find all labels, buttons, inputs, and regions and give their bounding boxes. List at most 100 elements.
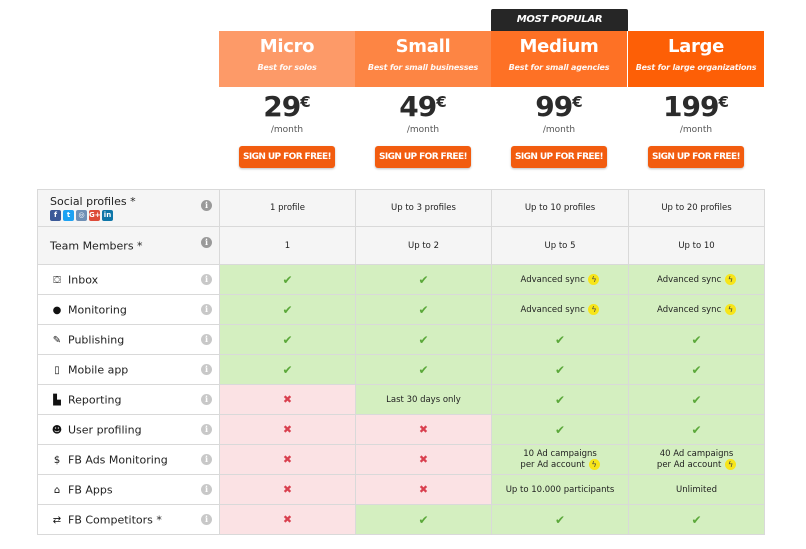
feature-row: ▙ Reporting i ✖ Last 30 days only ✔ ✔ [37,384,765,415]
feature-label-cell: ⛋ Inbox i [37,264,220,295]
feature-value: Up to 3 profiles [391,203,456,213]
plan-price: 49€ [355,90,491,123]
signup-button[interactable]: SIGN UP FOR FREE! [648,146,744,168]
feature-cell: ✔ [628,354,765,385]
price-currency: € [300,93,311,111]
billing-period: /month [270,125,304,135]
feature-cell: ✖ [219,474,356,505]
plan-header: Micro Best for solos [219,31,355,87]
plan-price: 199€ [628,90,764,123]
check-icon: ✔ [282,272,293,287]
feature-cell: Advanced sync ϟ [491,264,629,295]
plan-tagline: Best for small agencies [508,63,610,72]
signup-button[interactable]: SIGN UP FOR FREE! [239,146,335,168]
info-icon[interactable]: i [201,423,212,435]
feature-cell: ✔ [355,354,492,385]
feature-value: Up to 20 profiles [661,203,732,213]
dollar-icon: $ [53,454,61,466]
info-icon[interactable]: i [201,453,212,465]
feature-value: 10 Ad campaigns [523,449,597,459]
info-icon[interactable]: i [201,483,212,495]
info-icon[interactable]: i [201,363,212,375]
feature-row: ☻ User profiling i ✖ ✖ ✔ ✔ [37,414,765,445]
pencil-icon: ✎ [52,334,62,346]
inbox-icon: ⛋ [53,274,61,286]
plan-price: 99€ [491,90,627,123]
check-icon: ✔ [554,512,566,527]
info-icon[interactable]: i [201,333,212,345]
feature-row: $ FB Ads Monitoring i ✖ ✖ 10 Ad campaigns per … [37,444,765,475]
feature-cell: 1 [219,226,356,265]
info-icon[interactable]: i [201,200,212,211]
instagram-icon: ◎ [76,210,87,221]
feature-cell: 40 Ad campaigns per Ad account ϟ [628,444,765,475]
price-currency: € [718,93,729,111]
feature-value: Last 30 days only [386,394,461,405]
feature-cell: ✔ [491,324,629,355]
check-icon: ✔ [282,302,293,317]
feature-row: ⌂ FB Apps i ✖ ✖ Up to 10.000 participants Unli… [37,474,765,505]
info-icon[interactable]: i [201,393,212,405]
info-icon[interactable]: i [201,303,212,315]
feature-label-cell: Team Members * i [37,226,220,265]
feature-label-cell: Social profiles * f t ◎ G+ in i [37,189,220,227]
social-network-icons: f t ◎ G+ in [50,210,215,221]
feature-cell: ✔ [628,414,765,445]
users-icon: ☻ [51,424,63,436]
feature-cell: ✔ [491,504,629,535]
signup-button[interactable]: SIGN UP FOR FREE! [511,146,607,168]
feature-value: Advanced sync [657,305,722,315]
feature-value-line2: per Ad account [520,460,585,470]
feature-cell: ✔ [628,384,765,415]
billing-period: /month [542,125,576,135]
info-icon[interactable]: i [201,273,212,285]
feature-cell: Advanced sync ϟ [628,264,765,295]
feature-label: FB Apps [68,483,113,497]
plan-large: Large Best for large organizations 199€ … [628,31,764,168]
feature-value: Up to 5 [544,240,576,251]
plan-micro: Micro Best for solos 29€ /month SIGN UP … [219,31,355,168]
feature-cell: ✔ [219,294,356,325]
feature-cell: Up to 10 [628,226,765,265]
feature-cell: ✖ [355,444,492,475]
feature-value: Up to 2 [408,240,439,251]
plan-medium: Medium Best for small agencies 99€ /mont… [491,31,627,168]
check-icon: ✔ [282,332,293,347]
cross-icon: ✖ [418,423,429,436]
feature-label: Inbox [68,273,99,287]
feature-cell: ✔ [219,324,356,355]
feature-cell: Advanced sync ϟ [628,294,765,325]
signup-button[interactable]: SIGN UP FOR FREE! [375,146,471,168]
info-icon[interactable]: i [201,237,212,248]
feature-label-cell: ● Monitoring i [37,294,220,325]
cross-icon: ✖ [282,393,293,406]
feature-comparison-table: Social profiles * f t ◎ G+ in i 1 profile Up to… [37,189,765,535]
feature-label: FB Competitors * [68,513,162,527]
price-currency: € [436,93,447,111]
bar-chart-icon: ▙ [53,394,61,406]
check-icon: ✔ [691,332,702,347]
check-icon: ✔ [554,362,566,377]
feature-cell: ✔ [355,294,492,325]
feature-label: Publishing [68,333,125,347]
google-plus-icon: G+ [89,210,101,221]
feature-cell: Up to 5 [491,226,629,265]
info-icon[interactable]: i [201,513,212,525]
lightning-icon: ϟ [725,459,737,470]
feature-value: 1 profile [270,203,305,213]
feature-value: Advanced sync [657,275,722,285]
lightning-icon: ϟ [588,459,600,470]
feature-cell: ✔ [628,504,765,535]
feature-row: ⇄ FB Competitors * i ✖ ✔ ✔ ✔ [37,504,765,535]
feature-cell: Up to 3 profiles [355,189,492,227]
feature-label-cell: ⇄ FB Competitors * i [37,504,220,535]
feature-label-cell: ⌂ FB Apps i [37,474,220,505]
cross-icon: ✖ [282,453,293,466]
plan-header: Large Best for large organizations [628,31,764,87]
cross-icon: ✖ [418,483,429,496]
check-icon: ✔ [282,362,293,377]
feature-cell: ✔ [355,324,492,355]
feature-value: 1 [284,240,291,251]
plan-small: Small Best for small businesses 49€ /mon… [355,31,491,168]
feature-cell: Last 30 days only [355,384,492,415]
